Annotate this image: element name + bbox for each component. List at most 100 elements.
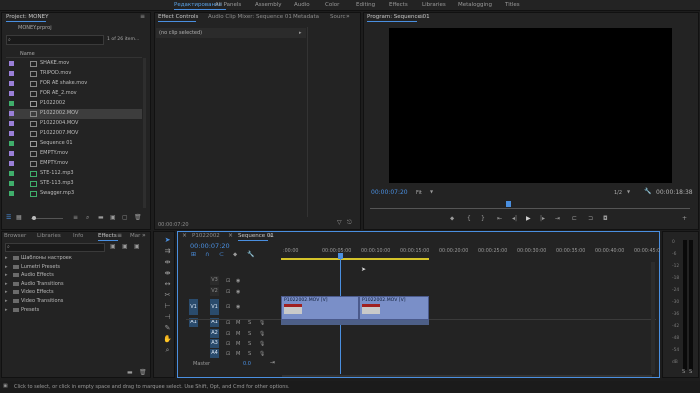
timeline-tab-p1022002[interactable]: P1022002: [192, 233, 220, 239]
go-to-out-icon[interactable]: ⇥: [555, 215, 560, 223]
mark-in-icon[interactable]: {: [467, 215, 471, 223]
tab-libraries[interactable]: Libraries: [37, 233, 61, 239]
label-color-swatch[interactable]: [9, 61, 14, 66]
zoom-slider-handle[interactable]: [32, 216, 36, 220]
audio-track-target-a2[interactable]: A2: [210, 329, 219, 338]
workspace-tab-titles[interactable]: Titles: [505, 2, 520, 8]
tab-effect-controls[interactable]: Effect Controls: [158, 14, 198, 20]
project-item[interactable]: STE-112.mp3: [9, 169, 142, 179]
disclosure-triangle-icon[interactable]: ▸: [5, 255, 8, 261]
mic-icon[interactable]: 🎙: [259, 319, 265, 327]
label-color-swatch[interactable]: [9, 121, 14, 126]
project-panel-title[interactable]: Project: MONEY: [6, 14, 48, 20]
sync-lock-icon[interactable]: ⊡: [226, 340, 230, 348]
rate-stretch-tool-icon[interactable]: ↔: [163, 280, 172, 289]
mark-out-icon[interactable]: }: [481, 215, 485, 223]
more-tabs-icon[interactable]: »: [346, 13, 350, 21]
timeline-v-scrollbar[interactable]: [651, 262, 655, 374]
track-select-tool-icon[interactable]: ⇉: [163, 247, 172, 256]
master-volume-value[interactable]: 0.0: [243, 361, 251, 367]
fit-dropdown[interactable]: Fit: [416, 190, 422, 196]
audio-clip-a1[interactable]: [281, 320, 429, 325]
project-item[interactable]: FOR AE_2.mov: [9, 89, 142, 99]
close-sequence-tab-icon[interactable]: ×: [228, 232, 233, 240]
clear-icon[interactable]: ▢: [122, 214, 128, 222]
disclosure-triangle-icon[interactable]: ▸: [5, 307, 8, 313]
label-color-swatch[interactable]: [9, 161, 14, 166]
camera-icon[interactable]: ◘: [603, 215, 608, 223]
video-clip-1[interactable]: P1022002.MOV [V]: [281, 296, 359, 320]
add-marker-icon[interactable]: ⬥: [450, 215, 454, 223]
work-area-bar[interactable]: [281, 258, 429, 260]
lift-icon[interactable]: ⊏: [572, 215, 577, 223]
project-item[interactable]: P1022004.MOV: [9, 119, 142, 129]
project-item[interactable]: EMPTY.mov: [9, 149, 142, 159]
video-track-target-v1[interactable]: V1: [210, 299, 219, 315]
extract-icon[interactable]: ⊐: [588, 215, 593, 223]
nest-icon[interactable]: ⊞: [191, 251, 196, 259]
disclosure-triangle-icon[interactable]: ▸: [5, 281, 8, 287]
workspace-tab-libraries[interactable]: Libraries: [422, 2, 446, 8]
slip-tool-icon[interactable]: ⊢: [163, 302, 172, 311]
eye-icon[interactable]: ◉: [236, 277, 240, 285]
export-icon[interactable]: ⎋: [347, 219, 352, 227]
sync-lock-icon[interactable]: ⊡: [226, 319, 230, 327]
sync-lock-icon[interactable]: ⊡: [226, 303, 230, 311]
solo-left-icon[interactable]: S: [682, 368, 685, 376]
mic-icon[interactable]: 🎙: [259, 330, 265, 338]
new-custom-bin-icon[interactable]: ▬: [127, 369, 133, 377]
effects-search-input[interactable]: ⌕: [5, 243, 105, 252]
eye-icon[interactable]: ◉: [236, 303, 240, 311]
project-item[interactable]: EMPTY.mov: [9, 159, 142, 169]
add-marker-timeline-icon[interactable]: ⬥: [233, 251, 237, 259]
disclosure-triangle-icon[interactable]: ▸: [5, 289, 8, 295]
ripple-edit-tool-icon[interactable]: ⇹: [163, 258, 172, 267]
video-track-target-v2[interactable]: V2: [210, 287, 219, 296]
project-scrollbar[interactable]: [143, 58, 146, 208]
program-menu-icon[interactable]: ≡: [419, 13, 424, 21]
timeline-timecode[interactable]: 00:00:07:20: [190, 242, 230, 250]
program-scrub-bar[interactable]: [370, 208, 690, 209]
label-color-swatch[interactable]: [9, 91, 14, 96]
fit-dropdown-arrow-icon[interactable]: ▼: [430, 188, 433, 196]
workspace-tab-assembly[interactable]: Assembly: [255, 2, 282, 8]
wrench-icon[interactable]: 🔧: [644, 188, 651, 196]
disclosure-triangle-icon[interactable]: ▸: [5, 298, 8, 304]
label-color-swatch[interactable]: [9, 81, 14, 86]
project-item[interactable]: P1022002: [9, 99, 142, 109]
sync-lock-icon[interactable]: ⊡: [226, 277, 230, 285]
workspace-tab-audio[interactable]: Audio: [294, 2, 310, 8]
workspace-tab-color[interactable]: Color: [325, 2, 339, 8]
tab-audio-clip-mixer[interactable]: Audio Clip Mixer: Sequence 01: [208, 14, 292, 20]
tab-effects[interactable]: Effects: [98, 233, 117, 239]
effects-trash-icon[interactable]: 🗑: [139, 369, 147, 377]
expand-arrow-icon[interactable]: ▸: [299, 29, 302, 37]
label-color-swatch[interactable]: [9, 111, 14, 116]
find-icon[interactable]: ⌕: [86, 214, 89, 222]
solo-icon[interactable]: S: [248, 350, 251, 358]
video-clip-2[interactable]: P1022002.MOV [V]: [359, 296, 429, 320]
resolution-dropdown[interactable]: 1/2: [614, 190, 622, 196]
snap-icon[interactable]: ∩: [205, 251, 209, 259]
effects-more-icon[interactable]: »: [142, 232, 146, 240]
project-search-input[interactable]: ⌕: [6, 35, 104, 45]
mute-icon[interactable]: M: [236, 350, 240, 358]
slide-tool-icon[interactable]: ⊣: [163, 313, 172, 322]
hand-tool-icon[interactable]: ✋: [163, 335, 172, 344]
workspace-tab-all-panels[interactable]: All Panels: [215, 2, 241, 8]
accelerated-icon[interactable]: ▣: [110, 243, 116, 251]
workspace-tab-metalogging[interactable]: Metalogging: [458, 2, 492, 8]
timeline-menu-icon[interactable]: ≡: [268, 232, 273, 240]
label-color-swatch[interactable]: [9, 171, 14, 176]
label-color-swatch[interactable]: [9, 151, 14, 156]
panel-menu-icon[interactable]: ≡: [140, 13, 145, 21]
list-view-icon[interactable]: ☰: [6, 214, 11, 222]
linked-selection-icon[interactable]: ⊂: [219, 251, 224, 259]
audio-track-target-a3[interactable]: A3: [210, 339, 219, 348]
workspace-tab-editing[interactable]: Editing: [356, 2, 375, 8]
32bit-icon[interactable]: ▣: [122, 243, 128, 251]
project-item[interactable]: P1022002.MOV: [9, 109, 142, 119]
add-button-icon[interactable]: +: [682, 215, 687, 223]
source-patch-v1[interactable]: V1: [189, 299, 198, 315]
audio-track-target-a4[interactable]: A4: [210, 349, 219, 358]
